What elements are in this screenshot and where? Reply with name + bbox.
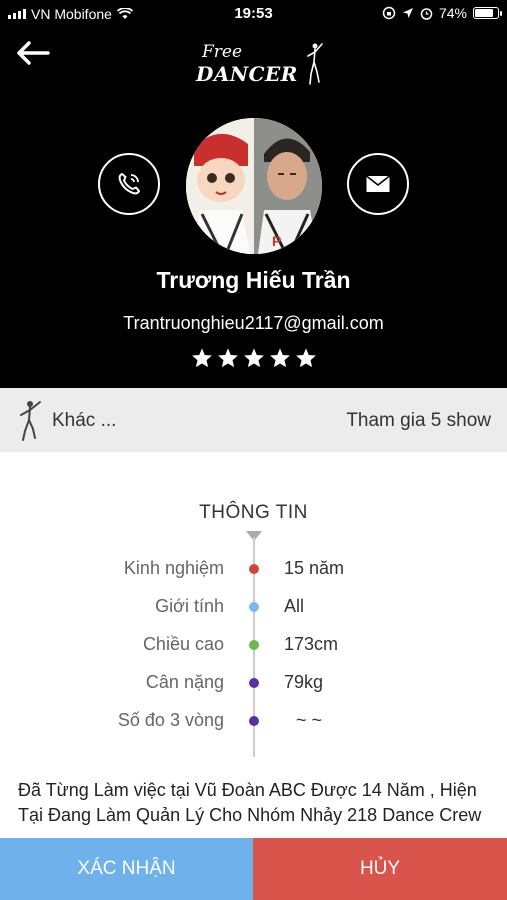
rotation-lock-icon — [382, 6, 396, 20]
row-label: Số đo 3 vòng — [117, 710, 224, 730]
description-text: Đã Từng Làm việc tại Vũ Đoàn ABC Được 14… — [18, 780, 482, 825]
row-value: 173cm — [284, 634, 339, 654]
row-dot — [249, 640, 259, 650]
row-dot — [249, 678, 259, 688]
rating-stars — [0, 347, 507, 369]
logo-free-text: Free — [202, 42, 243, 62]
info-row-measurements: Số đo 3 vòng ~ ~ — [0, 710, 507, 748]
battery-percent: 74% — [438, 5, 467, 21]
status-right: 74% — [382, 5, 502, 21]
row-value: ~ ~ — [296, 710, 323, 730]
row-label: Cân nặng — [145, 672, 224, 692]
status-bar: VN Mobifone 19:53 74% — [0, 0, 507, 28]
svg-text:P: P — [272, 233, 281, 249]
row-label: Chiều cao — [142, 634, 224, 654]
logo-dancer-text: DANCER — [196, 62, 298, 86]
back-button[interactable] — [16, 40, 52, 68]
battery-icon — [473, 7, 502, 19]
row-dot — [249, 716, 259, 726]
star-icon — [295, 348, 316, 368]
star-icon — [191, 348, 212, 368]
row-value: 79kg — [284, 672, 324, 692]
shows-count: Tham gia 5 show — [346, 410, 491, 431]
star-icon — [243, 348, 264, 368]
call-button[interactable] — [98, 153, 160, 215]
info-row-gender: Giới tính All — [0, 596, 507, 634]
info-section[interactable]: THÔNG TIN Kinh nghiệm 15 năm Giới tính A… — [0, 452, 507, 838]
row-dot — [249, 602, 259, 612]
info-row-weight: Cân nặng 79kg — [0, 672, 507, 710]
row-dot — [249, 564, 259, 574]
row-value: 15 năm — [284, 558, 345, 578]
row-label: Kinh nghiệm — [123, 558, 224, 578]
alarm-icon — [420, 7, 433, 20]
phone-icon — [118, 173, 140, 195]
confirm-button[interactable]: XÁC NHẬN — [0, 838, 253, 900]
row-label: Giới tính — [155, 596, 224, 616]
category-label: Khác ... — [52, 410, 117, 431]
back-arrow-icon — [17, 41, 50, 65]
info-row-height: Chiều cao 173cm — [0, 634, 507, 672]
avatar: P — [186, 118, 322, 254]
dancer-icon — [20, 401, 41, 441]
section-title: THÔNG TIN — [199, 502, 308, 523]
app-logo: Free DANCER — [190, 40, 330, 94]
location-arrow-icon — [402, 8, 413, 18]
mail-icon — [366, 175, 390, 192]
profile-email: Trantruonghieu2117@gmail.com — [123, 313, 384, 333]
mail-button[interactable] — [347, 153, 409, 215]
row-value: All — [284, 596, 305, 616]
profile-name: Trương Hiếu Trần — [156, 267, 351, 293]
dancer-logo-icon — [307, 43, 323, 85]
summary-bar: Khác ... Tham gia 5 show — [0, 388, 507, 452]
star-icon — [269, 348, 290, 368]
cancel-button[interactable]: HỦY — [253, 838, 507, 900]
star-icon — [217, 348, 238, 368]
info-row-experience: Kinh nghiệm 15 năm — [0, 558, 507, 596]
